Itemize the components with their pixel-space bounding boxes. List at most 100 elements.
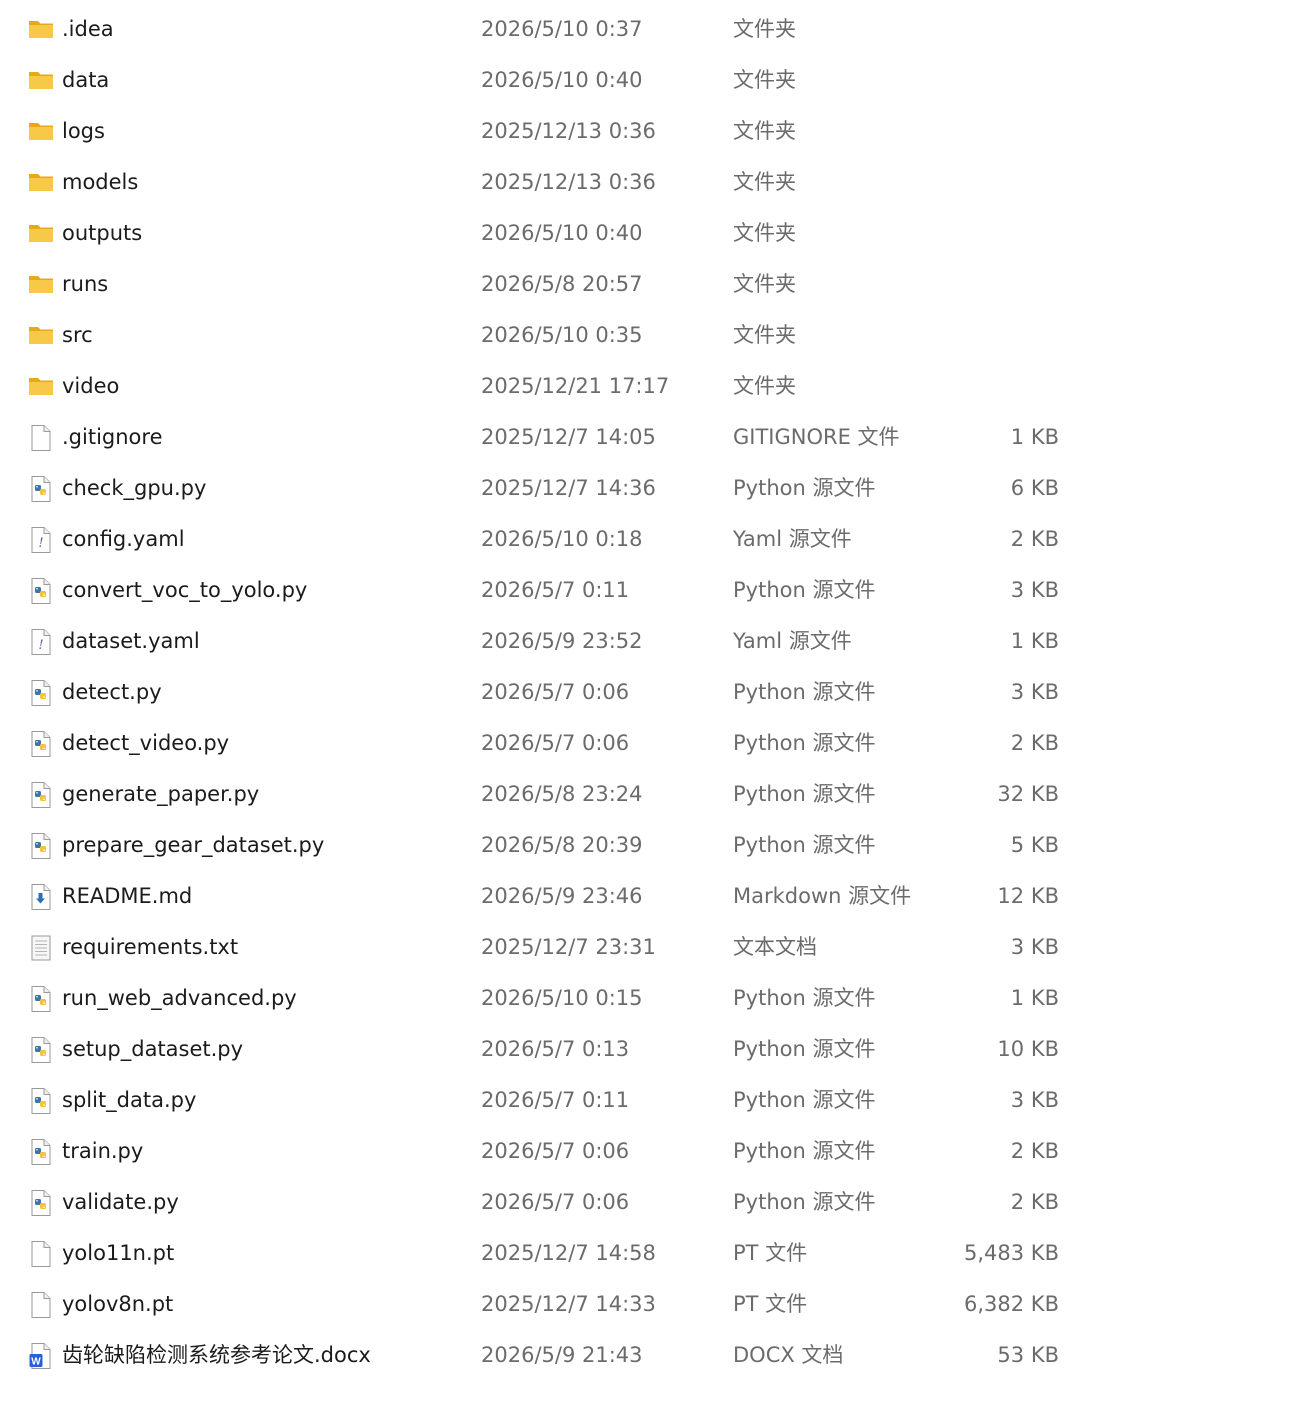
file-row[interactable]: detect.py 2026/5/7 0:06 Python 源文件 3 KB <box>0 667 1313 718</box>
python-file-icon <box>28 679 54 707</box>
python-file-icon <box>28 1189 54 1217</box>
file-date-modified: 2026/5/7 0:11 <box>481 1088 630 1112</box>
folder-icon <box>28 322 54 350</box>
file-name: run_web_advanced.py <box>62 986 297 1010</box>
file-name: validate.py <box>62 1190 179 1214</box>
file-row[interactable]: runs 2026/5/8 20:57 文件夹 <box>0 259 1313 310</box>
file-type: Python 源文件 <box>733 986 876 1010</box>
file-date-modified: 2026/5/7 0:11 <box>481 578 630 602</box>
file-name: requirements.txt <box>62 935 239 959</box>
file-row[interactable]: src 2026/5/10 0:35 文件夹 <box>0 310 1313 361</box>
file-size: 2 KB <box>1010 1190 1059 1214</box>
file-row[interactable]: prepare_gear_dataset.py 2026/5/8 20:39 Pyt… <box>0 820 1313 871</box>
file-row[interactable]: outputs 2026/5/10 0:40 文件夹 <box>0 208 1313 259</box>
file-row[interactable]: train.py 2026/5/7 0:06 Python 源文件 2 KB <box>0 1126 1313 1177</box>
file-row[interactable]: generate_paper.py 2026/5/8 23:24 Python 源文… <box>0 769 1313 820</box>
file-size: 12 KB <box>997 884 1059 908</box>
markdown-file-icon <box>28 883 54 911</box>
folder-icon <box>28 373 54 401</box>
file-type: Python 源文件 <box>733 1037 876 1061</box>
file-row[interactable]: requirements.txt 2025/12/7 23:31 文本文档 3 KB <box>0 922 1313 973</box>
file-date-modified: 2026/5/7 0:06 <box>481 680 630 704</box>
file-date-modified: 2026/5/10 0:18 <box>481 527 643 551</box>
file-date-modified: 2026/5/9 21:43 <box>481 1343 643 1367</box>
file-type: Python 源文件 <box>733 476 876 500</box>
blank-file-icon <box>28 424 54 452</box>
file-row[interactable]: data 2026/5/10 0:40 文件夹 <box>0 55 1313 106</box>
file-date-modified: 2025/12/21 17:17 <box>481 374 670 398</box>
file-row[interactable]: run_web_advanced.py 2026/5/10 0:15 Python … <box>0 973 1313 1024</box>
file-type: PT 文件 <box>733 1292 808 1316</box>
file-name: 齿轮缺陷检测系统参考论文.docx <box>62 1343 371 1367</box>
file-size: 1 KB <box>1010 425 1059 449</box>
file-date-modified: 2025/12/13 0:36 <box>481 170 656 194</box>
file-name: logs <box>62 119 105 143</box>
file-name: setup_dataset.py <box>62 1037 244 1061</box>
file-size: 3 KB <box>1010 680 1059 704</box>
file-size: 1 KB <box>1010 629 1059 653</box>
python-file-icon <box>28 1138 54 1166</box>
python-file-icon <box>28 985 54 1013</box>
file-row[interactable]: video 2025/12/21 17:17 文件夹 <box>0 361 1313 412</box>
file-row[interactable]: ! dataset.yaml 2026/5/9 23:52 Yaml 源文件 1 KB <box>0 616 1313 667</box>
file-type: PT 文件 <box>733 1241 808 1265</box>
file-row[interactable]: ! config.yaml 2026/5/10 0:18 Yaml 源文件 2 KB <box>0 514 1313 565</box>
file-type: GITIGNORE 文件 <box>733 425 900 449</box>
file-row[interactable]: yolov8n.pt 2025/12/7 14:33 PT 文件 6,382 KB <box>0 1279 1313 1330</box>
yaml-file-icon: ! <box>28 526 54 554</box>
file-row[interactable]: detect_video.py 2026/5/7 0:06 Python 源文件 2 … <box>0 718 1313 769</box>
file-date-modified: 2026/5/10 0:35 <box>481 323 643 347</box>
file-date-modified: 2026/5/8 23:24 <box>481 782 643 806</box>
file-row[interactable]: split_data.py 2026/5/7 0:11 Python 源文件 3 KB <box>0 1075 1313 1126</box>
file-date-modified: 2026/5/8 20:57 <box>481 272 643 296</box>
python-file-icon <box>28 832 54 860</box>
file-row[interactable]: validate.py 2026/5/7 0:06 Python 源文件 2 KB <box>0 1177 1313 1228</box>
word-document-icon: W <box>28 1342 54 1370</box>
file-row[interactable]: W 齿轮缺陷检测系统参考论文.docx 2026/5/9 21:43 DOCX 文档… <box>0 1330 1313 1381</box>
file-name: .gitignore <box>62 425 163 449</box>
file-date-modified: 2026/5/7 0:06 <box>481 1190 630 1214</box>
file-type: Python 源文件 <box>733 1139 876 1163</box>
file-type: 文本文档 <box>733 935 817 959</box>
file-date-modified: 2026/5/9 23:46 <box>481 884 643 908</box>
file-date-modified: 2026/5/10 0:15 <box>481 986 643 1010</box>
file-date-modified: 2026/5/8 20:39 <box>481 833 643 857</box>
file-name: generate_paper.py <box>62 782 260 806</box>
file-type: Python 源文件 <box>733 1088 876 1112</box>
file-row[interactable]: convert_voc_to_yolo.py 2026/5/7 0:11 Pytho… <box>0 565 1313 616</box>
file-row[interactable]: models 2025/12/13 0:36 文件夹 <box>0 157 1313 208</box>
file-type: Python 源文件 <box>733 578 876 602</box>
file-type: Python 源文件 <box>733 1190 876 1214</box>
file-type: 文件夹 <box>733 68 796 92</box>
file-size: 2 KB <box>1010 527 1059 551</box>
file-name: config.yaml <box>62 527 185 551</box>
file-name: .idea <box>62 17 114 41</box>
file-row[interactable]: .gitignore 2025/12/7 14:05 GITIGNORE 文件 1 K… <box>0 412 1313 463</box>
file-size: 10 KB <box>997 1037 1059 1061</box>
file-type: 文件夹 <box>733 374 796 398</box>
file-type: Markdown 源文件 <box>733 884 912 908</box>
file-type: Python 源文件 <box>733 782 876 806</box>
file-row[interactable]: .idea 2026/5/10 0:37 文件夹 <box>0 4 1313 55</box>
folder-icon <box>28 169 54 197</box>
file-row[interactable]: check_gpu.py 2025/12/7 14:36 Python 源文件 6 K… <box>0 463 1313 514</box>
file-row[interactable]: setup_dataset.py 2026/5/7 0:13 Python 源文件 1… <box>0 1024 1313 1075</box>
folder-icon <box>28 271 54 299</box>
file-row[interactable]: README.md 2026/5/9 23:46 Markdown 源文件 12 KB <box>0 871 1313 922</box>
file-size: 1 KB <box>1010 986 1059 1010</box>
file-type: 文件夹 <box>733 119 796 143</box>
file-date-modified: 2025/12/7 23:31 <box>481 935 656 959</box>
file-name: yolo11n.pt <box>62 1241 175 1265</box>
file-date-modified: 2025/12/7 14:33 <box>481 1292 656 1316</box>
file-size: 32 KB <box>997 782 1059 806</box>
file-type: Python 源文件 <box>733 680 876 704</box>
file-row[interactable]: logs 2025/12/13 0:36 文件夹 <box>0 106 1313 157</box>
folder-icon <box>28 16 54 44</box>
file-list: .idea 2026/5/10 0:37 文件夹 data 2026/5/10 0:4… <box>0 4 1313 1381</box>
python-file-icon <box>28 475 54 503</box>
file-row[interactable]: yolo11n.pt 2025/12/7 14:58 PT 文件 5,483 KB <box>0 1228 1313 1279</box>
file-type: 文件夹 <box>733 272 796 296</box>
file-type: 文件夹 <box>733 221 796 245</box>
file-name: video <box>62 374 120 398</box>
file-type: 文件夹 <box>733 17 796 41</box>
